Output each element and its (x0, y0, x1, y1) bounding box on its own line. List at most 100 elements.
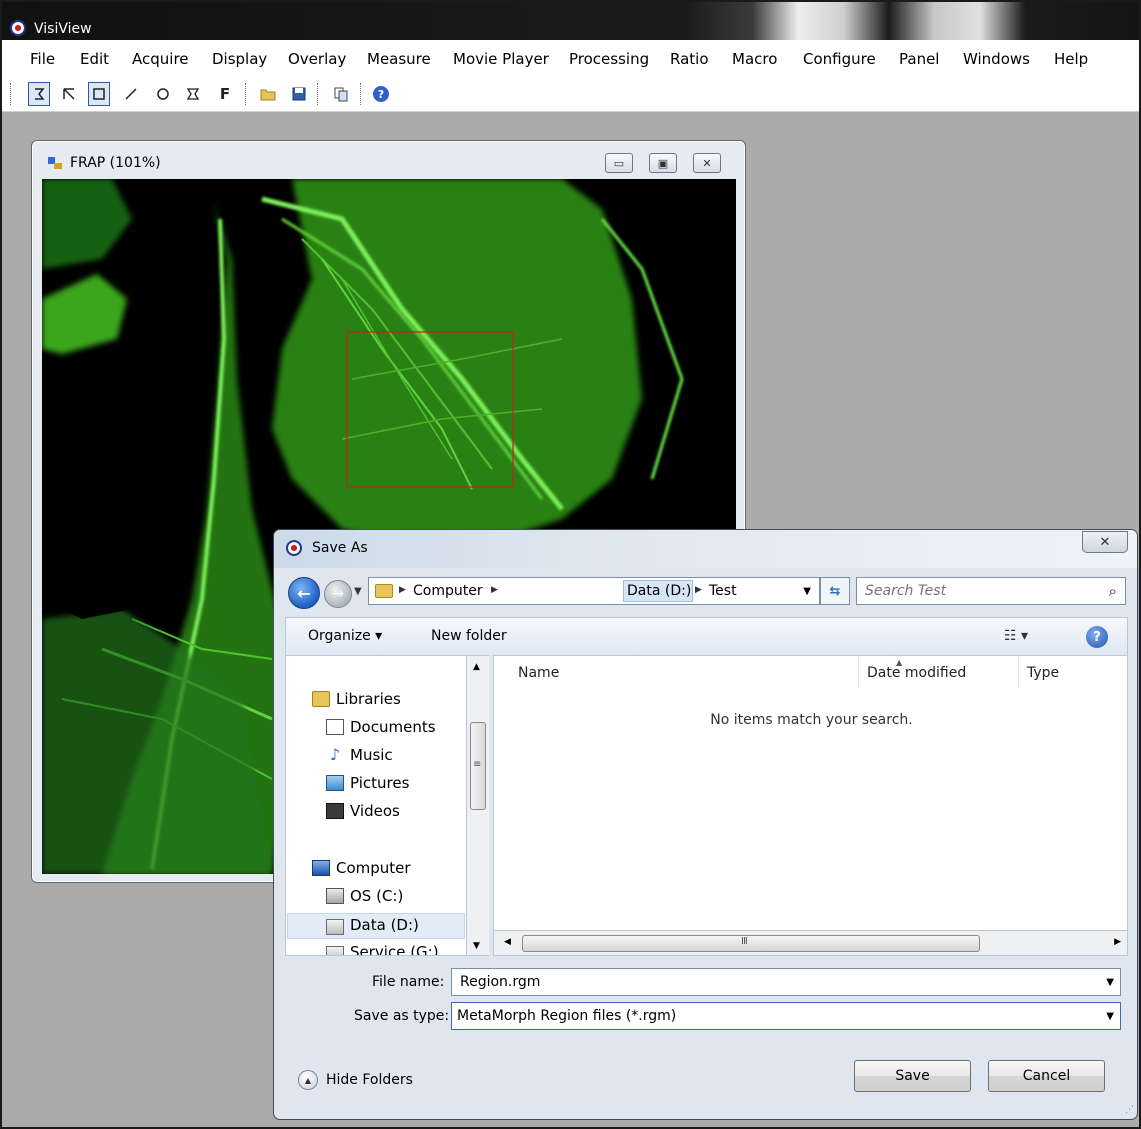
menu-windows[interactable]: Windows (963, 50, 1030, 68)
pointer-arrow-icon[interactable] (58, 82, 80, 106)
breadcrumb-computer[interactable]: Computer (413, 583, 483, 599)
column-header-type[interactable]: Type (1019, 656, 1127, 689)
menu-acquire[interactable]: Acquire (132, 50, 189, 68)
save-as-type-label: Save as type: (354, 1008, 450, 1024)
nav-item-libraries[interactable]: Libraries (312, 690, 401, 708)
save-disk-icon[interactable] (288, 82, 310, 106)
nav-item-os-c[interactable]: OS (C:) (326, 887, 403, 905)
file-list-pane[interactable]: Name ▲ Date modified Type No items match… (493, 655, 1128, 956)
svg-text:?: ? (378, 88, 384, 101)
multi-tool-icon[interactable] (28, 82, 50, 106)
computer-icon (312, 860, 330, 876)
save-as-type-value: MetaMorph Region files (*.rgm) (457, 1008, 677, 1024)
os-drive-icon (326, 888, 344, 904)
address-dropdown-icon[interactable]: ▼ (803, 586, 811, 597)
app-title: VisiView (34, 21, 92, 37)
menu-movie-player[interactable]: Movie Player (453, 50, 549, 68)
menu-macro[interactable]: Macro (732, 50, 777, 68)
breadcrumb-test[interactable]: Test (709, 583, 737, 599)
breadcrumb-chevron-icon[interactable]: ▶ (399, 585, 406, 595)
music-icon: ♪ (329, 745, 341, 764)
menu-bar: File Edit Acquire Display Overlay Measur… (2, 40, 1139, 78)
refresh-icon[interactable]: ⇆ (820, 577, 850, 605)
text-tool-icon[interactable]: F (214, 82, 236, 106)
copy-icon[interactable] (330, 82, 352, 106)
new-folder-button[interactable]: New folder (431, 628, 507, 644)
nav-item-data-d[interactable]: Data (D:) (326, 915, 419, 935)
back-arrow-icon[interactable]: ← (288, 577, 320, 609)
command-bar: Organize ▾ New folder ☷ ▾ ? (285, 617, 1128, 655)
menu-file[interactable]: File (30, 50, 55, 68)
breadcrumb-chevron-icon[interactable]: ▶ (695, 585, 702, 595)
scrollbar-thumb[interactable] (470, 722, 486, 810)
menu-ratio[interactable]: Ratio (670, 50, 709, 68)
address-bar[interactable]: ▶ Computer ▶ Data (D:) ▶ Test ▼ (368, 577, 820, 605)
menu-panel[interactable]: Panel (899, 50, 939, 68)
change-view-icon[interactable]: ☷ ▾ (1004, 628, 1028, 644)
menu-help[interactable]: Help (1054, 50, 1088, 68)
libraries-icon (312, 691, 330, 707)
scroll-right-icon[interactable]: ▶ (1114, 937, 1121, 947)
organize-button[interactable]: Organize ▾ (308, 628, 382, 644)
menu-display[interactable]: Display (212, 50, 267, 68)
file-name-combo[interactable]: ▼ (451, 968, 1121, 996)
recent-pages-chevron-icon[interactable]: ▼ (354, 586, 362, 597)
search-input[interactable] (863, 581, 1091, 601)
scroll-up-icon[interactable]: ▲ (473, 662, 480, 672)
file-pane-horizontal-scrollbar[interactable]: ◀ ▶ (493, 930, 1128, 956)
scroll-down-icon[interactable]: ▼ (473, 941, 480, 951)
nav-item-pictures[interactable]: Pictures (326, 774, 409, 792)
hide-folders-toggle[interactable]: ▲ Hide Folders (298, 1070, 413, 1090)
save-as-dialog[interactable]: Save As ✕ ← → ▼ ▶ Computer ▶ Data (D:) ▶… (273, 529, 1138, 1120)
help-icon[interactable]: ? (370, 82, 392, 106)
menu-overlay[interactable]: Overlay (288, 50, 346, 68)
rectangle-region-icon[interactable] (88, 82, 110, 106)
dialog-close-icon[interactable]: ✕ (1082, 531, 1128, 553)
file-name-input[interactable] (458, 972, 1078, 992)
nav-item-music[interactable]: ♪ Music (326, 746, 393, 764)
nav-item-documents[interactable]: Documents (326, 718, 436, 736)
file-name-label: File name: (372, 974, 445, 990)
restore-icon[interactable]: ▣ (649, 153, 677, 173)
folder-icon (375, 584, 393, 598)
column-header-date-modified[interactable]: Date modified (859, 656, 1019, 689)
open-folder-icon[interactable] (258, 82, 280, 106)
image-window-title: FRAP (101%) (70, 155, 161, 171)
search-box[interactable]: ⌕ (856, 577, 1126, 605)
menu-measure[interactable]: Measure (367, 50, 431, 68)
column-header-name[interactable]: Name (510, 656, 859, 689)
app-title-bar: VisiView (2, 2, 1139, 40)
nav-item-service-g[interactable]: Service (G:) (326, 942, 439, 955)
navigation-pane[interactable]: Libraries Documents ♪ Music Pictures Vide… (285, 655, 467, 956)
save-button[interactable]: Save (854, 1060, 971, 1092)
file-name-dropdown-icon[interactable]: ▼ (1106, 977, 1114, 988)
hide-folders-label: Hide Folders (326, 1072, 413, 1088)
polygon-tool-icon[interactable] (182, 82, 204, 106)
help-icon[interactable]: ? (1086, 626, 1108, 648)
dialog-title: Save As (312, 540, 368, 556)
resize-grip-icon[interactable]: ⋰ (1125, 1105, 1134, 1115)
nav-item-computer[interactable]: Computer (312, 859, 411, 877)
cancel-button[interactable]: Cancel (988, 1060, 1105, 1092)
nav-pane-scrollbar[interactable]: ▲ ▼ (467, 655, 489, 956)
menu-configure[interactable]: Configure (803, 50, 876, 68)
ellipse-tool-icon[interactable] (152, 82, 174, 106)
save-as-type-dropdown-icon[interactable]: ▼ (1106, 1011, 1114, 1022)
breadcrumb-chevron-icon[interactable]: ▶ (491, 585, 498, 595)
toolbar-separator (360, 83, 361, 105)
save-as-type-select[interactable]: MetaMorph Region files (*.rgm) ▼ (451, 1002, 1121, 1030)
breadcrumb-data-d[interactable]: Data (D:) (627, 583, 691, 599)
menu-edit[interactable]: Edit (80, 50, 109, 68)
close-icon[interactable]: ✕ (693, 153, 721, 173)
toolbar-grip (10, 83, 11, 105)
menu-processing[interactable]: Processing (569, 50, 649, 68)
line-tool-icon[interactable] (120, 82, 142, 106)
dialog-logo-icon (286, 540, 302, 556)
forward-arrow-icon[interactable]: → (324, 580, 352, 608)
search-icon[interactable]: ⌕ (1109, 582, 1117, 600)
minimize-icon[interactable]: ▭ (605, 153, 633, 173)
nav-item-videos[interactable]: Videos (326, 802, 400, 820)
scroll-left-icon[interactable]: ◀ (504, 937, 511, 947)
scrollbar-thumb[interactable] (522, 935, 980, 952)
toolbar: F ? (2, 78, 1139, 112)
